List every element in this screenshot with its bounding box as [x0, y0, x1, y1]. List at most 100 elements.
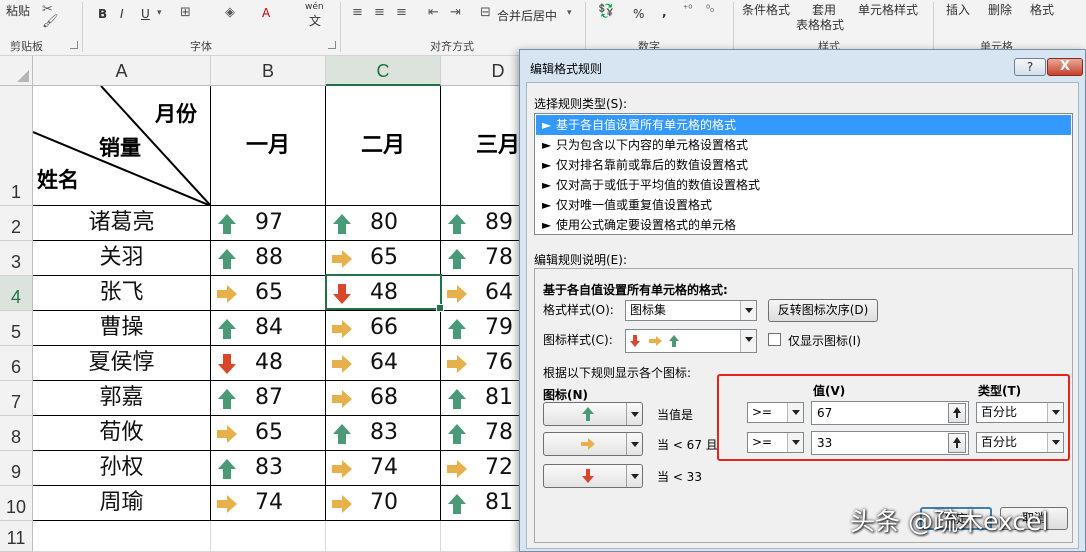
value-input[interactable]: 33 — [811, 431, 969, 455]
value-cell[interactable]: 48 — [326, 276, 441, 311]
empty-cell[interactable] — [326, 521, 441, 552]
borders-icon[interactable]: ⊞ — [180, 5, 191, 20]
insert-cells-button[interactable]: 插入 — [946, 1, 970, 18]
name-cell[interactable]: 张飞 — [33, 276, 211, 311]
type-combo[interactable]: 百分比 — [976, 432, 1064, 453]
row-header[interactable]: 8 — [0, 416, 33, 451]
comma-button[interactable]: , — [662, 5, 667, 19]
collapse-dialog-icon[interactable] — [948, 403, 966, 423]
value-cell[interactable]: 66 — [326, 311, 441, 346]
align-left-icon[interactable]: ≡ — [352, 5, 363, 20]
cell-styles-button[interactable]: 单元格样式 — [858, 1, 918, 18]
decrease-decimal-icon[interactable]: ⁰₀ — [706, 4, 714, 15]
underline-dropdown-icon[interactable]: ▾ — [157, 8, 162, 18]
row-header[interactable]: 9 — [0, 451, 33, 486]
name-cell[interactable]: 曹操 — [33, 311, 211, 346]
phonetic-button[interactable]: 文 — [309, 12, 321, 29]
column-header-b[interactable]: B — [211, 56, 326, 86]
type-combo[interactable]: 百分比 — [976, 402, 1064, 423]
name-cell[interactable]: 关羽 — [33, 241, 211, 276]
rule-type-item[interactable]: ► 仅对排名靠前或靠后的数值设置格式 — [536, 155, 1071, 175]
value-cell[interactable]: 97 — [211, 206, 326, 241]
value-input[interactable]: 67 — [811, 401, 969, 425]
align-right-icon[interactable]: ≡ — [396, 5, 407, 20]
row-header[interactable]: 2 — [0, 206, 33, 241]
value-cell[interactable]: 65 — [211, 276, 326, 311]
value-cell[interactable]: 87 — [211, 381, 326, 416]
operator-combo[interactable]: >= — [747, 402, 804, 423]
underline-button[interactable]: U — [141, 7, 150, 21]
diagonal-header-cell[interactable]: 月份 销量 姓名 — [33, 86, 211, 206]
row-header[interactable]: 10 — [0, 486, 33, 521]
select-all-button[interactable] — [0, 56, 33, 86]
clipboard-launcher-icon[interactable] — [70, 41, 78, 49]
delete-cells-button[interactable]: 删除 — [988, 1, 1012, 18]
icon-picker-right[interactable] — [543, 432, 643, 456]
fill-color-icon[interactable]: ◈ — [225, 5, 235, 20]
italic-button[interactable]: I — [120, 7, 124, 21]
value-cell[interactable]: 65 — [211, 416, 326, 451]
bold-button[interactable]: B — [98, 7, 107, 21]
rule-type-list[interactable]: ► 基于各自值设置所有单元格的格式 ► 只为包含以下内容的单元格设置格式 ► 仅对排名… — [534, 113, 1073, 235]
name-cell[interactable]: 孙权 — [33, 451, 211, 486]
reverse-icon-order-button[interactable]: 反转图标次序(D) — [768, 299, 878, 322]
conditional-formatting-button[interactable]: 条件格式 — [742, 1, 790, 18]
format-painter-icon[interactable]: 🖌 — [42, 14, 59, 29]
icon-picker-up[interactable] — [543, 402, 643, 426]
value-cell[interactable]: 84 — [211, 311, 326, 346]
icon-picker-down[interactable] — [543, 464, 643, 488]
value-cell[interactable]: 70 — [326, 486, 441, 521]
name-cell[interactable]: 夏侯惇 — [33, 346, 211, 381]
increase-decimal-icon[interactable]: ⁺⁰ — [683, 4, 692, 15]
close-button[interactable]: X — [1047, 58, 1083, 76]
font-launcher-icon[interactable] — [328, 41, 336, 49]
increase-indent-icon[interactable]: ⇥ — [450, 5, 461, 20]
show-icon-only-checkbox[interactable] — [768, 333, 781, 346]
rule-type-item[interactable]: ► 仅对高于或低于平均值的数值设置格式 — [536, 175, 1071, 195]
percent-button[interactable]: % — [633, 7, 644, 21]
paste-button[interactable]: 粘贴 — [6, 2, 30, 19]
collapse-dialog-icon[interactable] — [948, 433, 966, 453]
decrease-indent-icon[interactable]: ⇤ — [428, 5, 439, 20]
merge-dropdown-icon[interactable]: ▾ — [567, 8, 572, 18]
help-button[interactable]: ? — [1014, 58, 1046, 76]
row-header[interactable]: 1 — [0, 86, 33, 206]
row-header[interactable]: 5 — [0, 311, 33, 346]
format-as-table-button[interactable]: 表格格式 — [796, 16, 844, 33]
name-cell[interactable]: 诸葛亮 — [33, 206, 211, 241]
column-header-c[interactable]: C — [326, 56, 441, 86]
rule-type-item[interactable]: ► 基于各自值设置所有单元格的格式 — [536, 115, 1071, 135]
row-header[interactable]: 11 — [0, 521, 33, 552]
column-header-a[interactable]: A — [33, 56, 211, 86]
format-style-combo[interactable]: 图标集 — [625, 300, 757, 321]
rule-type-item[interactable]: ► 使用公式确定要设置格式的单元格 — [536, 215, 1071, 235]
value-cell[interactable]: 83 — [211, 451, 326, 486]
name-cell[interactable]: 郭嘉 — [33, 381, 211, 416]
value-cell[interactable]: 83 — [326, 416, 441, 451]
empty-cell[interactable] — [211, 521, 326, 552]
name-cell[interactable]: 荀攸 — [33, 416, 211, 451]
value-cell[interactable]: 88 — [211, 241, 326, 276]
rule-type-item[interactable]: ► 仅对唯一值或重复值设置格式 — [536, 195, 1071, 215]
value-cell[interactable]: 68 — [326, 381, 441, 416]
value-cell[interactable]: 48 — [211, 346, 326, 381]
value-cell[interactable]: 64 — [326, 346, 441, 381]
empty-cell[interactable] — [33, 521, 211, 552]
month-header-jan[interactable]: 一月 — [211, 86, 326, 206]
rule-type-item[interactable]: ► 只为包含以下内容的单元格设置格式 — [536, 135, 1071, 155]
value-cell[interactable]: 65 — [326, 241, 441, 276]
merge-center-button[interactable]: 合并后居中 — [497, 7, 557, 24]
row-header[interactable]: 4 — [0, 276, 33, 311]
month-header-feb[interactable]: 二月 — [326, 86, 441, 206]
value-cell[interactable]: 80 — [326, 206, 441, 241]
operator-combo[interactable]: >= — [747, 432, 804, 453]
row-header[interactable]: 6 — [0, 346, 33, 381]
value-cell[interactable]: 74 — [211, 486, 326, 521]
value-cell[interactable]: 74 — [326, 451, 441, 486]
font-color-button[interactable]: A — [262, 6, 270, 20]
merge-icon[interactable]: ⊟ — [480, 5, 491, 20]
accounting-format-icon[interactable]: 💱 — [598, 4, 614, 19]
row-header[interactable]: 7 — [0, 381, 33, 416]
format-cells-button[interactable]: 格式 — [1030, 1, 1054, 18]
name-cell[interactable]: 周瑜 — [33, 486, 211, 521]
